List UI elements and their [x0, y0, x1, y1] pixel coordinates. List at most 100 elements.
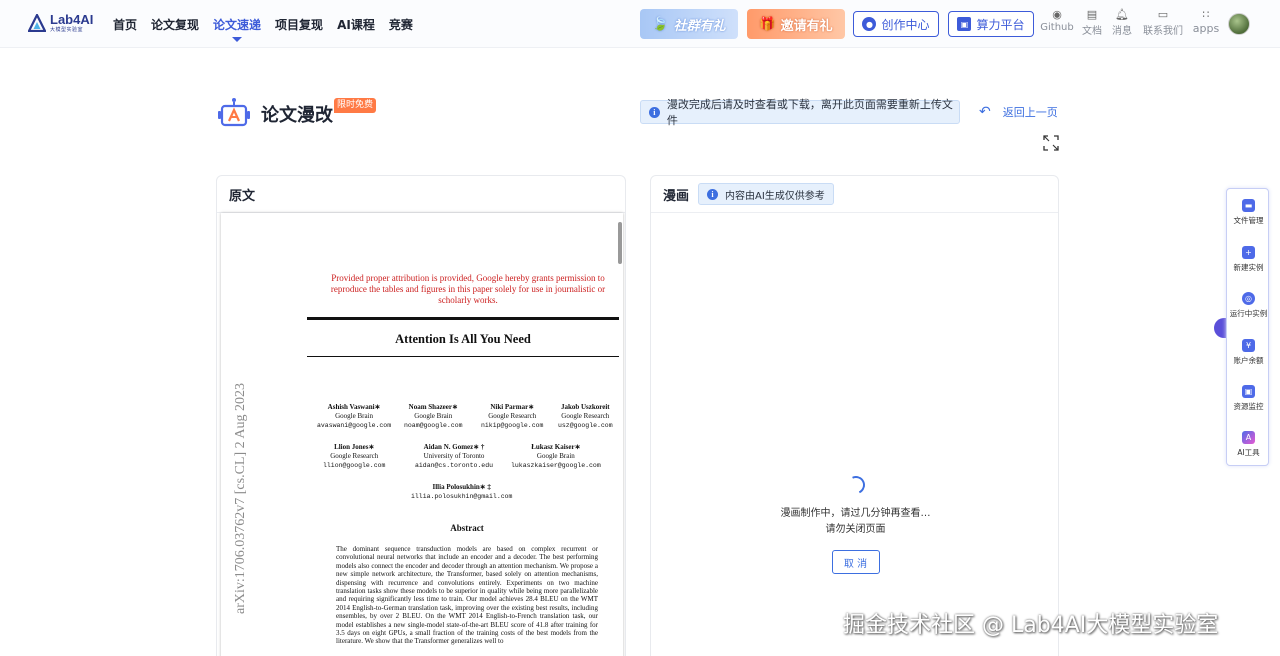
back-arrow-icon: ↶	[979, 104, 991, 120]
logo[interactable]: Lab4AI 大模型实验室	[28, 13, 93, 33]
original-panel-header: 原文	[217, 176, 625, 213]
notice-banner: i 漫改完成后请及时查看或下载，离开此页面需要重新上传文件	[640, 98, 960, 127]
docs-label: 文档	[1082, 26, 1102, 37]
author-org: Google Brain	[536, 452, 575, 460]
permission-note: Provided proper attribution is provided,…	[330, 273, 606, 305]
compute-platform-button[interactable]: ▣ 算力平台	[948, 11, 1034, 37]
author-block: Aidan N. Gomez∗ † University of Toronto …	[415, 443, 493, 470]
comic-panel-header: 漫画 i 内容由AI生成仅供参考	[651, 176, 1058, 213]
apps-link[interactable]: ∷ apps	[1191, 9, 1221, 36]
nav-paper-reproduce[interactable]: 论文复现	[151, 0, 199, 48]
side-toolbar: ▬ 文件管理 + 新建实例 ◎ 运行中实例 ¥ 账户余额 ▣ 资源监控 A AI…	[1226, 188, 1269, 466]
ai-tool-icon: A	[1242, 431, 1255, 444]
side-new-instance[interactable]: + 新建实例	[1227, 246, 1270, 273]
loading-spinner-icon	[843, 473, 868, 497]
comic-ai-icon	[218, 98, 250, 127]
page-title: 论文漫改	[261, 105, 333, 126]
back-label: 返回上一页	[1002, 106, 1058, 119]
author-email: usz@google.com	[558, 422, 613, 429]
author-email: noam@google.com	[404, 422, 463, 429]
arxiv-stamp: arXiv:1706.03762v7 [cs.CL] 2 Aug 2023	[233, 383, 248, 614]
invite-gift-button[interactable]: 🎁 邀请有礼	[747, 9, 845, 39]
compute-platform-label: 算力平台	[976, 17, 1025, 32]
main-nav: 首页 论文复现 论文速递 项目复现 AI课程 竞赛	[113, 0, 427, 48]
ai-disclaimer-text: 内容由AI生成仅供参考	[725, 190, 825, 202]
ai-disclaimer-tag: i 内容由AI生成仅供参考	[698, 183, 834, 205]
contact-link[interactable]: ▭ 联系我们	[1141, 8, 1185, 38]
cancel-button[interactable]: 取 消	[831, 550, 880, 574]
author-org: Google Research	[561, 412, 610, 420]
author-block: Illia Polosukhin∗ ‡ illia.polosukhin@gma…	[411, 483, 512, 501]
contact-icon: ▭	[1157, 8, 1169, 21]
community-gift-button[interactable]: 🍃 社群有礼	[640, 9, 738, 39]
side-ai-tools-label: AI工具	[1237, 448, 1260, 457]
author-org: Google Research	[488, 412, 537, 420]
nav-competition[interactable]: 竞赛	[389, 0, 413, 48]
nav-home[interactable]: 首页	[113, 0, 137, 48]
side-ai-tools[interactable]: A AI工具	[1227, 431, 1270, 458]
top-header: Lab4AI 大模型实验室 首页 论文复现 论文速递 项目复现 AI课程 竞赛 …	[0, 0, 1280, 48]
author-org: University of Toronto	[423, 452, 485, 460]
author-email: lukaszkaiser@google.com	[511, 462, 601, 469]
author-name: Llion Jones∗	[334, 443, 375, 451]
original-panel: 原文 arXiv:1706.03762v7 [cs.CL] 2 Aug 2023…	[216, 175, 626, 656]
docs-link[interactable]: ▤ 文档	[1080, 8, 1104, 38]
create-center-button[interactable]: ● 创作中心	[853, 11, 939, 37]
messages-label: 消息	[1112, 26, 1132, 37]
author-block: Llion Jones∗ Google Research llion@googl…	[323, 443, 385, 470]
author-org: Google Brain	[335, 412, 374, 420]
author-block: Ashish Vaswani∗ Google Brain avaswani@go…	[317, 403, 391, 430]
side-file-manager-label: 文件管理	[1233, 216, 1264, 225]
side-file-manager[interactable]: ▬ 文件管理	[1227, 199, 1270, 226]
messages-link[interactable]: 🔔︎ 消息	[1110, 8, 1134, 38]
chat-icon: ●	[862, 17, 877, 31]
leaf-icon: 🍃	[652, 16, 669, 32]
watermark-text: 掘金技术社区 @ Lab4AI大模型实验室	[843, 613, 1219, 638]
author-block: Łukasz Kaiser∗ Google Brain lukaszkaiser…	[511, 443, 601, 470]
abstract-body: The dominant sequence transduction model…	[336, 545, 598, 646]
logo-subtitle: 大模型实验室	[50, 27, 84, 33]
pdf-viewer[interactable]: arXiv:1706.03762v7 [cs.CL] 2 Aug 2023 Pr…	[221, 213, 623, 656]
gift-icon: 🎁	[759, 16, 776, 32]
fullscreen-icon[interactable]	[1043, 135, 1059, 151]
author-block: Niki Parmar∗ Google Research nikip@googl…	[481, 403, 543, 430]
bell-icon: 🔔︎	[1115, 8, 1129, 21]
side-account-balance[interactable]: ¥ 账户余额	[1227, 339, 1270, 366]
nav-paper-express[interactable]: 论文速递	[213, 0, 261, 48]
side-account-balance-label: 账户余额	[1233, 356, 1264, 365]
back-link[interactable]: ↶ 返回上一页	[979, 104, 1058, 120]
side-toolbar-toggle[interactable]	[1214, 318, 1226, 338]
limited-free-badge: 限时免费	[334, 98, 377, 113]
nav-project-reproduce[interactable]: 项目复现	[275, 0, 323, 48]
author-org: Google Research	[330, 452, 379, 460]
logo-icon	[28, 14, 46, 32]
author-email: aidan@cs.toronto.edu	[415, 462, 494, 469]
github-label: Github	[1040, 22, 1074, 33]
abstract-title: Abstract	[450, 523, 484, 533]
original-panel-title: 原文	[229, 188, 256, 204]
author-name: Illia Polosukhin∗ ‡	[432, 483, 491, 491]
user-avatar[interactable]	[1228, 13, 1250, 35]
loading-area: 漫画制作中，请过几分钟再查看… 请勿关闭页面 取 消	[651, 473, 1058, 574]
side-resource-monitor[interactable]: ▣ 资源监控	[1227, 385, 1270, 412]
document-icon: ▤	[1086, 8, 1098, 21]
author-org: Google Brain	[414, 412, 453, 420]
author-email: llion@google.com	[323, 462, 386, 469]
paper-title: Attention Is All You Need	[395, 332, 531, 346]
pdf-scrollbar[interactable]	[618, 222, 622, 264]
folder-icon: ▬	[1242, 199, 1255, 212]
side-running-instance[interactable]: ◎ 运行中实例	[1227, 292, 1270, 319]
github-link[interactable]: ◉ Github	[1040, 9, 1074, 34]
info-icon: i	[707, 188, 719, 200]
author-block: Jakob Uszkoreit Google Research usz@goog…	[558, 403, 613, 430]
loading-line-1: 漫画制作中，请过几分钟再查看…	[780, 508, 931, 519]
author-email: illia.polosukhin@gmail.com	[411, 493, 513, 500]
comic-panel-title: 漫画	[663, 188, 690, 204]
author-name: Niki Parmar∗	[490, 403, 535, 411]
logo-title: Lab4AI	[50, 12, 94, 27]
loading-line-2: 请勿关闭页面	[825, 524, 886, 535]
apps-label: apps	[1192, 22, 1220, 35]
author-name: Aidan N. Gomez∗ †	[423, 443, 485, 451]
title-rule-top	[307, 317, 619, 320]
nav-ai-course[interactable]: AI课程	[337, 0, 375, 48]
